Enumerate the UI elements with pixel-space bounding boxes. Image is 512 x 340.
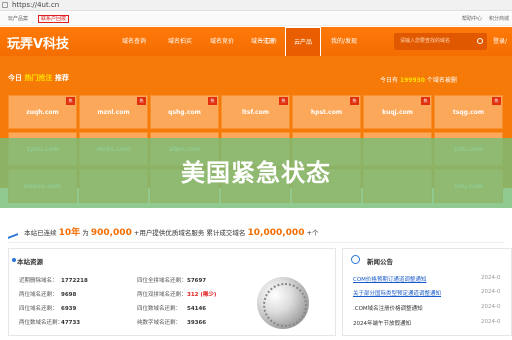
hot-tag-badge: 热 <box>350 97 359 105</box>
hot-domain-cell[interactable]: hpst.com 热 <box>292 95 361 129</box>
resource-row: 四位域名还剩： 6939 <box>19 306 77 312</box>
news-item[interactable]: COM价格预期订通道调整通知 2024-0 <box>353 275 500 283</box>
hot-tag-badge: 热 <box>137 97 146 105</box>
hot-domain-name[interactable]: hpst.com <box>311 109 342 116</box>
nav-cloud-products[interactable]: 云产品 <box>285 27 321 56</box>
decorative-sphere-image <box>257 277 309 329</box>
news-item[interactable]: .COM域名注册价格调整通知 2024-0 <box>353 304 500 312</box>
hot-domain-cell[interactable]: ltsf.com 热 <box>221 95 290 129</box>
hot-tag-badge: 热 <box>421 97 430 105</box>
browser-address-bar[interactable]: https://4ut.cn <box>0 0 512 11</box>
login-link[interactable]: 登录/注 <box>493 27 512 74</box>
hot-domain-cell[interactable]: zuqh.com 热 <box>8 95 77 129</box>
hot-tag-badge: 热 <box>208 97 217 105</box>
resource-row: 四位数域名还剩： 54146 <box>137 306 207 312</box>
bullet-icon <box>12 258 16 262</box>
hot-domain-name[interactable]: kuqj.com <box>382 109 413 116</box>
hot-domain-cell[interactable]: kuqj.com 热 <box>363 95 432 129</box>
nav-discover[interactable]: 我的/发现 <box>325 27 363 56</box>
hot-domain-name[interactable]: tsqg.com <box>453 109 484 116</box>
divider <box>8 242 504 243</box>
hot-tag-badge: 热 <box>279 97 288 105</box>
resource-row: 四位全拼域名还剩：57697 <box>137 278 207 284</box>
hot-domain-name[interactable]: mznl.com <box>97 109 129 116</box>
resource-row: 两位双拼域名还剩：312 (稀少) <box>137 292 217 298</box>
resources-panel: 本站资源 近期删除域名： 1772218 两位域名还剩： 9698 四位域名还剩： 6… <box>8 248 336 336</box>
nav-domain-bid[interactable]: 域名竞价 <box>202 27 242 56</box>
site-header: 玩弄V科技 域名查询 域名拍买 域名竞价 域名注册 一口价 云产品 我的/发现 … <box>0 27 512 74</box>
nav-domain-auction[interactable]: 域名拍买 <box>160 27 200 56</box>
hot-tag-badge: 热 <box>66 97 75 105</box>
url-text[interactable]: https://4ut.cn <box>12 0 59 11</box>
help-link[interactable]: 帮助中心 <box>462 12 482 26</box>
overlay-title: 美国紧急状态 <box>181 159 331 187</box>
site-stats-line: 本站已连续 10年 为 900,000 +用户提供优质域名服务 累计成交域名 1… <box>8 225 318 239</box>
callback-badge[interactable]: 联系户回拨 <box>38 15 70 23</box>
resource-row: 纯数字域名还剩： 39366 <box>137 320 207 326</box>
search-icon[interactable] <box>477 38 483 44</box>
hot-domain-name[interactable]: qshg.com <box>168 109 201 116</box>
points-link[interactable]: 积分商城 <box>489 12 509 26</box>
topbar-left-text[interactable]: 玩产品案 <box>8 12 28 26</box>
hot-stat: 今日有 199930 个域名被删 <box>380 77 457 84</box>
news-panel: 新闻公告 COM价格预期订通道调整通知 2024-0 关于部分国际类型预定通道调整… <box>342 248 512 336</box>
headline-overlay: 美国紧急状态 <box>0 138 512 208</box>
nav-fixed-price[interactable]: 一口价 <box>253 27 283 56</box>
news-icon <box>351 255 360 264</box>
top-bar: 玩产品案 联系户回拨 帮助中心 积分商城 <box>0 12 512 26</box>
search-input[interactable]: 请输入您要查找的域名 <box>394 33 487 50</box>
news-item[interactable]: 关于部分国际类型预定通道调整通知 2024-0 <box>353 289 500 297</box>
hot-title: 今日 热门抢注 推荐 <box>8 74 69 82</box>
trend-icon <box>8 227 18 239</box>
news-item[interactable]: 2024年端午节放假通知 2024-0 <box>353 319 500 327</box>
resource-row: 近期删除域名： 1772218 <box>19 278 88 284</box>
hot-domain-cell[interactable]: mznl.com 热 <box>79 95 148 129</box>
hot-domain-name[interactable]: zuqh.com <box>26 109 59 116</box>
news-title: 新闻公告 <box>367 258 393 266</box>
hot-domain-cell[interactable]: tsqg.com 热 <box>434 95 503 129</box>
lock-icon <box>2 2 8 8</box>
resource-row: 两位数域名还剩：47733 <box>19 320 81 326</box>
search-placeholder: 请输入您要查找的域名 <box>400 38 451 44</box>
hot-domain-name[interactable]: ltsf.com <box>242 109 269 116</box>
hot-tag-badge: 热 <box>492 97 501 105</box>
resource-row: 两位域名还剩： 9698 <box>19 292 77 298</box>
site-logo[interactable]: 玩弄V科技 <box>7 33 69 52</box>
hot-domain-cell[interactable]: qshg.com 热 <box>150 95 219 129</box>
resources-title: 本站资源 <box>17 258 43 266</box>
nav-domain-query[interactable]: 域名查询 <box>112 27 156 56</box>
